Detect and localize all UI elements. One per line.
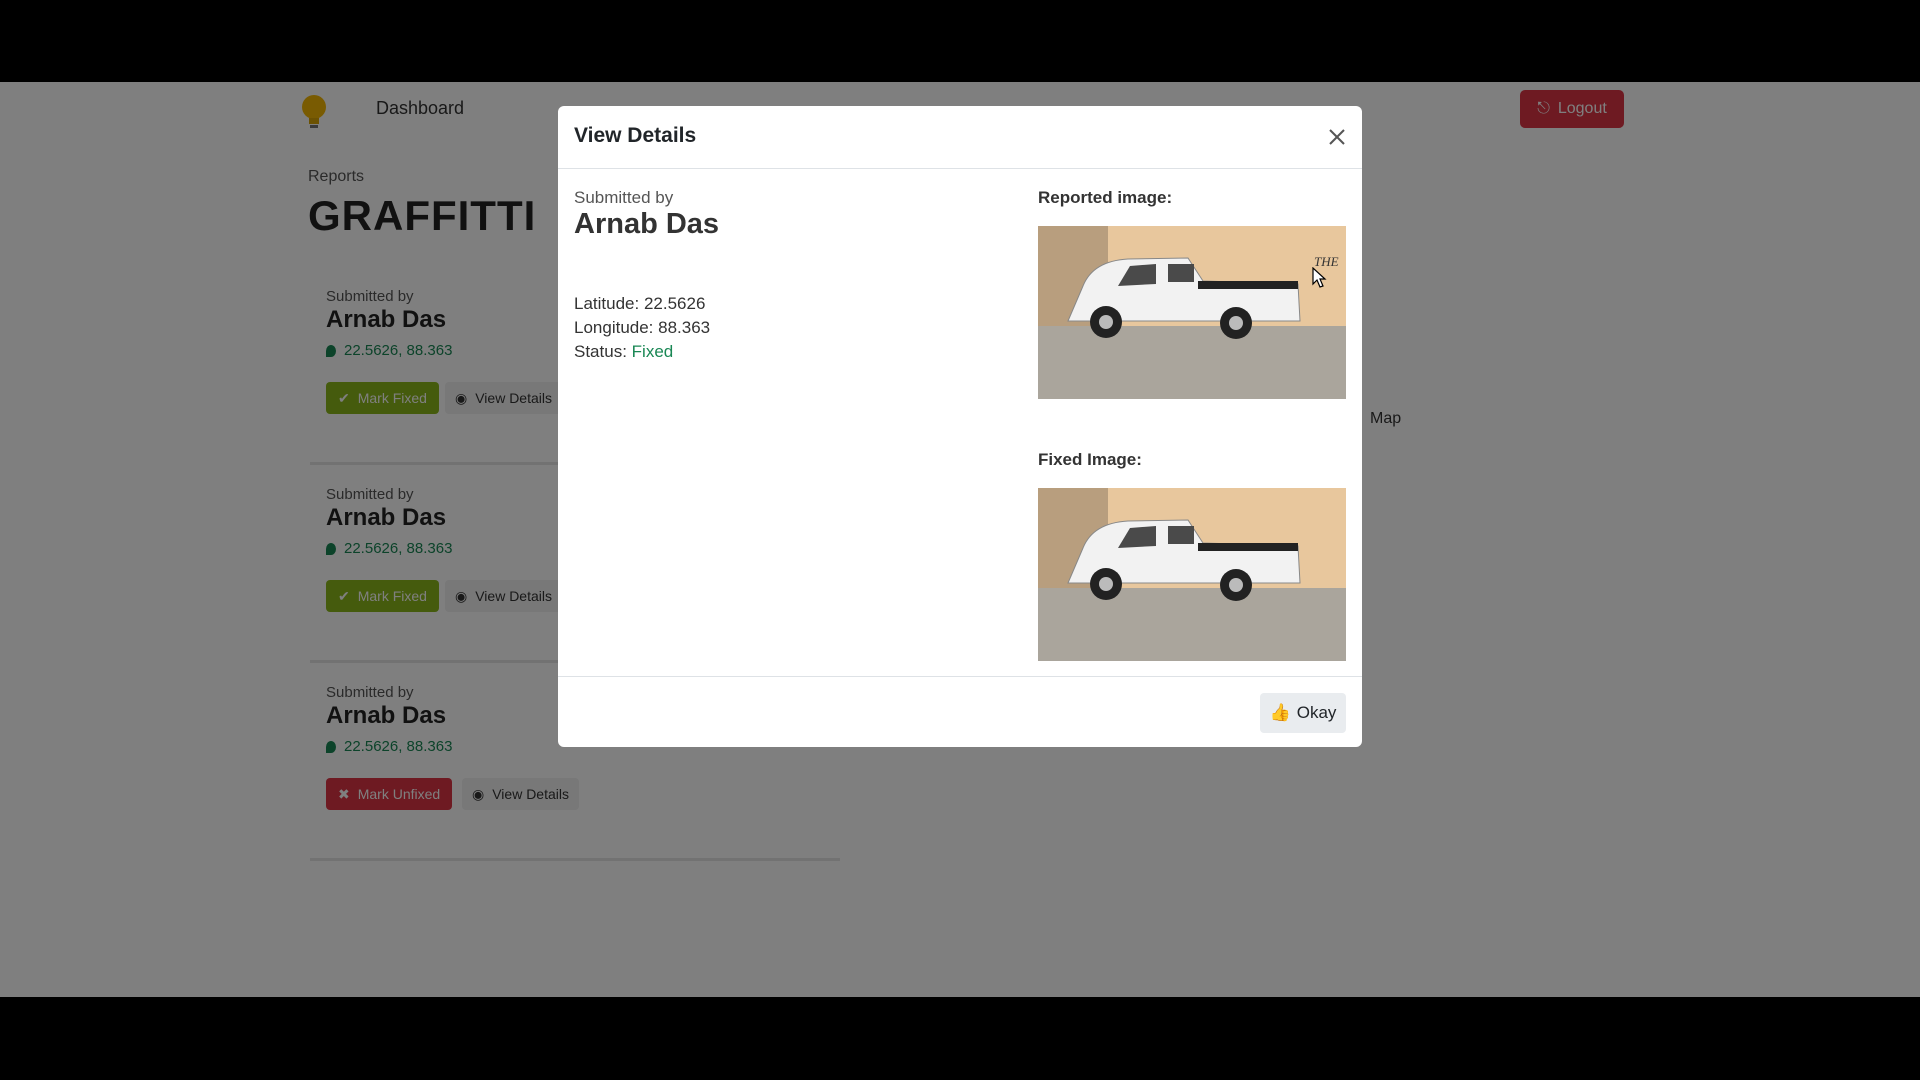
fixed-image-label: Fixed Image: bbox=[1038, 450, 1142, 469]
modal-header: View Details bbox=[558, 106, 1362, 169]
status-row: Status: Fixed bbox=[574, 342, 673, 362]
status-label: Status: bbox=[574, 342, 627, 361]
reported-image: THE bbox=[1038, 226, 1346, 399]
letterbox-top bbox=[0, 0, 1920, 82]
thumbs-up-icon: 👍 bbox=[1269, 703, 1291, 722]
view-details-modal: View Details Submitted by Arnab Das Lati… bbox=[558, 106, 1362, 747]
reported-image-label: Reported image: bbox=[1038, 188, 1173, 207]
latitude-value: 22.5626 bbox=[643, 294, 706, 313]
letterbox-bottom bbox=[0, 997, 1920, 1080]
longitude-value: 88.363 bbox=[658, 318, 711, 337]
status-value: Fixed bbox=[631, 342, 674, 361]
longitude-row: Longitude: 88.363 bbox=[574, 318, 710, 338]
close-icon[interactable] bbox=[1324, 124, 1350, 150]
okay-button[interactable]: 👍 Okay bbox=[1260, 693, 1346, 733]
mouse-cursor-icon bbox=[1312, 267, 1327, 288]
submitter-name: Arnab Das bbox=[574, 208, 720, 240]
latitude-row: Latitude: 22.5626 bbox=[574, 294, 705, 314]
longitude-label: Longitude: bbox=[574, 318, 654, 337]
modal-footer: 👍 Okay bbox=[558, 676, 1362, 747]
latitude-label: Latitude: bbox=[574, 294, 640, 313]
okay-label: Okay bbox=[1296, 703, 1337, 722]
app-window: Dashboard ⎋ Logout Reports GRAFFITTI Sub… bbox=[0, 82, 1920, 997]
submitted-by-label: Submitted by bbox=[574, 188, 674, 207]
modal-title: View Details bbox=[574, 124, 697, 147]
fixed-image bbox=[1038, 488, 1346, 661]
